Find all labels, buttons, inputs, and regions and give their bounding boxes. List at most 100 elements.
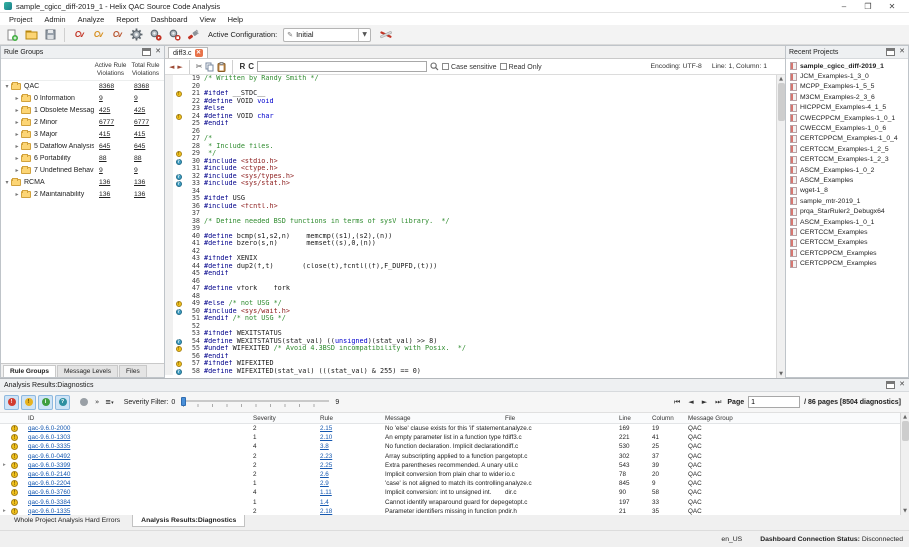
code-line[interactable]: 31#include <ctype.h>	[165, 165, 776, 173]
diagnostic-rule-link[interactable]: 2.10	[320, 434, 385, 441]
diagnostic-id-link[interactable]: qac-9.6.0-2140	[28, 471, 253, 478]
total-violations-count[interactable]: 415	[129, 131, 164, 138]
active-violations-count[interactable]: 425	[94, 107, 129, 114]
tree-row[interactable]: ▸7 Undefined Behavior99	[1, 165, 164, 177]
recent-project-item[interactable]: CERTCPPCM_Examples	[786, 258, 908, 268]
total-violations-count[interactable]: 8368	[129, 83, 164, 90]
recent-project-item[interactable]: CWECPPCM_Examples-1_0_1	[786, 113, 908, 123]
scroll-down-icon[interactable]: ▼	[779, 370, 783, 378]
recent-project-item[interactable]: CERTCCM_Examples	[786, 227, 908, 237]
replace-icon[interactable]: R	[239, 62, 245, 71]
active-violations-count[interactable]: 8368	[94, 83, 129, 90]
code-line[interactable]: 20	[165, 83, 776, 91]
tree-row[interactable]: ▸1 Obsolete Messages425425	[1, 105, 164, 117]
diagnostic-id-link[interactable]: qac-9.6.0-1335	[28, 508, 253, 515]
close-panel-icon[interactable]: ✕	[899, 48, 905, 56]
tree-row[interactable]: ▸2 Maintainability136136	[1, 189, 164, 201]
total-violations-count[interactable]: 425	[129, 107, 164, 114]
chevron-collapsed-icon[interactable]: ▸	[13, 155, 21, 162]
tree-row[interactable]: ▸3 Major415415	[1, 129, 164, 141]
column-header-id[interactable]: ID	[28, 415, 253, 422]
code-line[interactable]: 48	[165, 293, 776, 301]
code-line[interactable]: ?32#include <sys/types.h>	[165, 173, 776, 181]
menu-item-admin[interactable]: Admin	[39, 14, 70, 25]
tab-close-icon[interactable]: ✕	[195, 49, 203, 57]
menu-item-dashboard[interactable]: Dashboard	[146, 14, 193, 25]
code-line[interactable]: 35#ifdef USG	[165, 195, 776, 203]
warning-marker-icon[interactable]: !	[176, 91, 182, 97]
stop-analysis-button[interactable]	[166, 27, 182, 43]
code-line[interactable]: 44#define dup2(f,t) (close(t),fcntl((f),…	[165, 263, 776, 271]
diagnostic-row[interactable]: !qac-9.6.0-049222.23Array subscripting a…	[0, 452, 900, 461]
query-marker-icon[interactable]: ?	[176, 181, 182, 187]
first-page-icon[interactable]: ⏮	[672, 398, 682, 407]
diagnostic-rule-link[interactable]: 1.4	[320, 499, 385, 506]
warning-marker-icon[interactable]: !	[176, 361, 182, 367]
chevron-collapsed-icon[interactable]: ▸	[13, 131, 21, 138]
recent-project-item[interactable]: CERTCPPCM_Examples	[786, 248, 908, 258]
navigate-back-icon[interactable]: ◄	[169, 63, 174, 71]
scrollbar-thumb[interactable]	[902, 421, 909, 441]
active-violations-count[interactable]: 9	[94, 167, 129, 174]
project-settings-button[interactable]	[378, 27, 394, 43]
case-sensitive-checkbox[interactable]: Case sensitive	[442, 63, 497, 71]
recent-project-item[interactable]: CERTCCM_Examples-1_2_3	[786, 155, 908, 165]
diagnostic-rule-link[interactable]: 2.25	[320, 462, 385, 469]
menu-item-report[interactable]: Report	[111, 14, 144, 25]
float-panel-icon[interactable]	[886, 48, 895, 56]
reload-icon[interactable]: C	[248, 62, 254, 71]
code-line[interactable]: 27/*	[165, 135, 776, 143]
code-line[interactable]: 38/* Define needed BSD functions in term…	[165, 218, 776, 226]
diagnostic-row[interactable]: !qac-9.6.0-200022.15No 'else' clause exi…	[0, 424, 900, 433]
total-violations-count[interactable]: 645	[129, 143, 164, 150]
scroll-up-icon[interactable]: ▲	[779, 75, 783, 83]
diagnostic-row[interactable]: ▸!qac-9.6.0-133522.18Parameter identifie…	[0, 507, 900, 515]
code-line[interactable]: !57#ifndef WIFEXITED	[165, 360, 776, 368]
recent-project-item[interactable]: M3CM_Examples-2_3_6	[786, 92, 908, 102]
diagnostic-id-link[interactable]: qac-9.6.0-3399	[28, 462, 253, 469]
search-icon[interactable]	[430, 62, 439, 71]
total-violations-count[interactable]: 6777	[129, 119, 164, 126]
code-line[interactable]: !49#else /* not USG */	[165, 300, 776, 308]
recent-project-item[interactable]: CERTCPPCM_Examples-1_0_4	[786, 134, 908, 144]
editor-vertical-scrollbar[interactable]: ▲ ▼	[776, 75, 785, 378]
float-panel-icon[interactable]	[886, 381, 895, 389]
diagnostic-row[interactable]: ▸!qac-9.6.0-339922.25Extra parentheses r…	[0, 461, 900, 470]
code-line[interactable]: 41#define bzero(s,n) memset((s),0,(n))	[165, 240, 776, 248]
recent-project-item[interactable]: HICPPCM_Examples-4_1_5	[786, 103, 908, 113]
code-line[interactable]: ?54#define WEXITSTATUS(stat_val) ((unsig…	[165, 338, 776, 346]
total-violations-count[interactable]: 88	[129, 155, 164, 162]
diagnostic-row[interactable]: !qac-9.6.0-220412.9'case' is not aligned…	[0, 479, 900, 488]
recent-project-item[interactable]: sample_cgicc_diff-2019_1	[786, 61, 908, 71]
code-line[interactable]: ?30#include <stdio.h>	[165, 158, 776, 166]
expand-filters-icon[interactable]: »	[93, 398, 101, 406]
code-line[interactable]: ?58#define WIFEXITED(stat_val) (((stat_v…	[165, 368, 776, 376]
query-marker-icon[interactable]: ?	[176, 339, 182, 345]
copy-icon[interactable]	[205, 62, 214, 72]
menu-item-view[interactable]: View	[195, 14, 221, 25]
code-line[interactable]: !24#define VOID char	[165, 113, 776, 121]
scroll-down-icon[interactable]: ▼	[903, 507, 907, 515]
code-line[interactable]: 26	[165, 128, 776, 136]
dashboard-connect-button[interactable]	[185, 27, 201, 43]
filter-severity-warning-button[interactable]: !	[21, 395, 36, 410]
tree-row[interactable]: ▸0 Information99	[1, 93, 164, 105]
diagnostic-id-link[interactable]: qac-9.6.0-1303	[28, 434, 253, 441]
diagnostic-row[interactable]: !qac-9.6.0-376041.11Implicit conversion:…	[0, 488, 900, 497]
next-page-icon[interactable]: ►	[700, 398, 709, 406]
tree-row[interactable]: ▸6 Portability8888	[1, 153, 164, 165]
paste-icon[interactable]	[217, 62, 226, 72]
tree-row[interactable]: ▸2 Minor67776777	[1, 117, 164, 129]
navigate-forward-icon[interactable]: ►	[177, 63, 182, 71]
active-violations-count[interactable]: 136	[94, 179, 129, 186]
query-marker-icon[interactable]: ?	[176, 174, 182, 180]
scrollbar-thumb[interactable]	[778, 83, 785, 121]
tree-row[interactable]: ▸5 Dataflow Analysis645645	[1, 141, 164, 153]
chevron-expanded-icon[interactable]: ▾	[3, 179, 11, 186]
active-violations-count[interactable]: 9	[94, 95, 129, 102]
chevron-collapsed-icon[interactable]: ▸	[13, 107, 21, 114]
warning-marker-icon[interactable]: !	[176, 346, 182, 352]
close-button[interactable]: ✕	[887, 1, 897, 12]
diagnostic-rule-link[interactable]: 2.15	[320, 425, 385, 432]
diagnostic-rule-link[interactable]: 1.11	[320, 489, 385, 496]
